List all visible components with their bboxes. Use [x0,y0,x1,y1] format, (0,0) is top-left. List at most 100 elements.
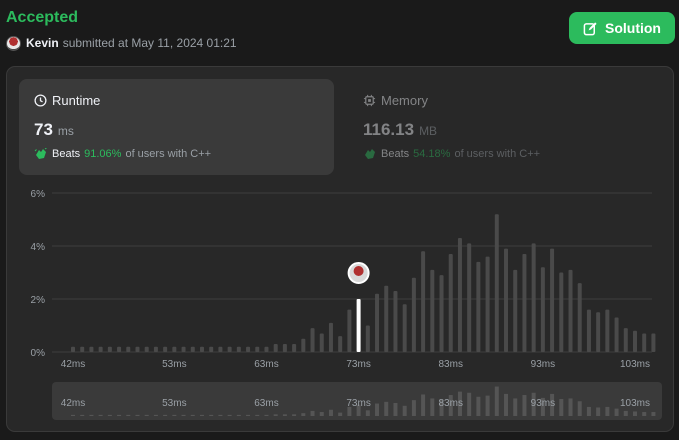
y-tick-label: 6% [31,189,46,200]
overview-bar [633,411,637,416]
chart-bar[interactable] [596,312,601,352]
chart-bar[interactable] [457,238,462,352]
chart-bar[interactable] [71,346,75,352]
chart-bar[interactable] [568,269,573,352]
chart-bar[interactable] [614,317,619,352]
chart-bar[interactable] [347,309,352,352]
overview-bar [310,410,315,416]
overview-bar [375,403,380,416]
chart-bar[interactable] [476,261,481,352]
chart-bar[interactable] [642,333,647,352]
chart-bar[interactable] [144,346,149,352]
highlight-bar[interactable] [356,299,361,352]
chart-bar[interactable] [393,291,398,352]
chart-bar[interactable] [485,256,490,352]
chart-bar[interactable] [227,346,232,352]
chart-bar[interactable] [310,328,315,352]
x-tick-label: 42ms [61,359,85,370]
chart-bar[interactable] [651,333,656,352]
chart-bar[interactable] [264,346,269,352]
chart-bar[interactable] [199,346,204,352]
chart-bar[interactable] [586,309,591,352]
chart-bar[interactable] [273,344,278,352]
overview-bar [135,414,140,416]
overview-bar [117,414,122,416]
overview-bar [651,412,656,416]
y-tick-label: 2% [31,295,46,306]
chart-bar[interactable] [365,325,370,353]
chart-bar[interactable] [328,322,333,352]
chart-bar[interactable] [236,346,241,352]
avatar-marker-face [353,266,364,276]
chart-bar[interactable] [531,243,536,352]
chart-bar[interactable] [375,293,380,352]
overview-bar [522,395,527,416]
chart-bar[interactable] [540,267,545,352]
y-tick-label: 4% [31,242,46,253]
chart-bar[interactable] [439,275,444,352]
chart-bar[interactable] [107,346,112,352]
chart-bar[interactable] [550,248,555,352]
chart-bar[interactable] [319,333,324,352]
chart-bar[interactable] [292,344,297,352]
overview-bar [255,414,260,416]
overview-tick-label: 93ms [531,398,555,409]
chart-bar[interactable] [605,309,610,352]
overview-bar [319,412,324,416]
chart-bar[interactable] [181,346,186,352]
overview-bar [328,409,333,416]
chart-bar[interactable] [98,346,103,352]
chart-bar[interactable] [577,283,582,352]
chart-bar[interactable] [411,277,416,352]
chart-bar[interactable] [163,346,168,352]
chart-bar[interactable] [190,346,195,352]
chart-bar[interactable] [117,346,122,352]
chart-bar[interactable] [623,328,628,352]
overview-bar [126,414,131,416]
overview-bar [236,414,241,416]
overview-bar [273,414,278,416]
overview-bar [301,413,306,416]
chart-bar[interactable] [430,269,435,352]
overview-bar [476,396,481,416]
chart-bar[interactable] [421,251,426,352]
avatar[interactable] [6,35,21,51]
chart-bar[interactable] [448,253,453,352]
chart-bar[interactable] [126,346,131,352]
chart-bar[interactable] [89,346,94,352]
overview-bar [577,401,582,416]
chart-bar[interactable] [522,253,527,352]
chart-bar[interactable] [338,336,343,352]
chart-bar[interactable] [218,346,223,352]
chart-bar[interactable] [513,269,518,352]
user-name[interactable]: Kevin [26,36,59,50]
chart-bar[interactable] [255,346,260,352]
overview-bar [107,414,112,416]
chart-bar[interactable] [172,346,177,352]
overview-bar [494,386,499,416]
chart-bar[interactable] [402,304,407,352]
x-tick-label: 103ms [620,359,650,370]
chart-bar[interactable] [209,346,214,352]
chart-bar[interactable] [135,346,140,352]
chart-bar[interactable] [301,338,306,352]
chart-bar[interactable] [282,344,287,352]
overview-bar [642,412,647,416]
chart-bar[interactable] [80,346,85,352]
chart-bar[interactable] [153,346,158,352]
chart-bar[interactable] [467,243,472,352]
overview-bar [365,410,370,416]
chart-bar[interactable] [494,214,499,352]
chart-bar[interactable] [633,330,637,352]
chart-bar[interactable] [504,248,509,352]
overview-bar [513,398,518,416]
overview-bar [98,414,103,416]
chart-bar[interactable] [246,346,251,352]
chart-bar[interactable] [384,285,389,352]
overview-bar [596,407,601,416]
chart-bar[interactable] [559,272,564,353]
status-title: Accepted [6,9,79,26]
solution-button[interactable]: Solution [569,12,675,44]
x-tick-label: 63ms [254,359,278,370]
overview-bar [227,414,232,416]
